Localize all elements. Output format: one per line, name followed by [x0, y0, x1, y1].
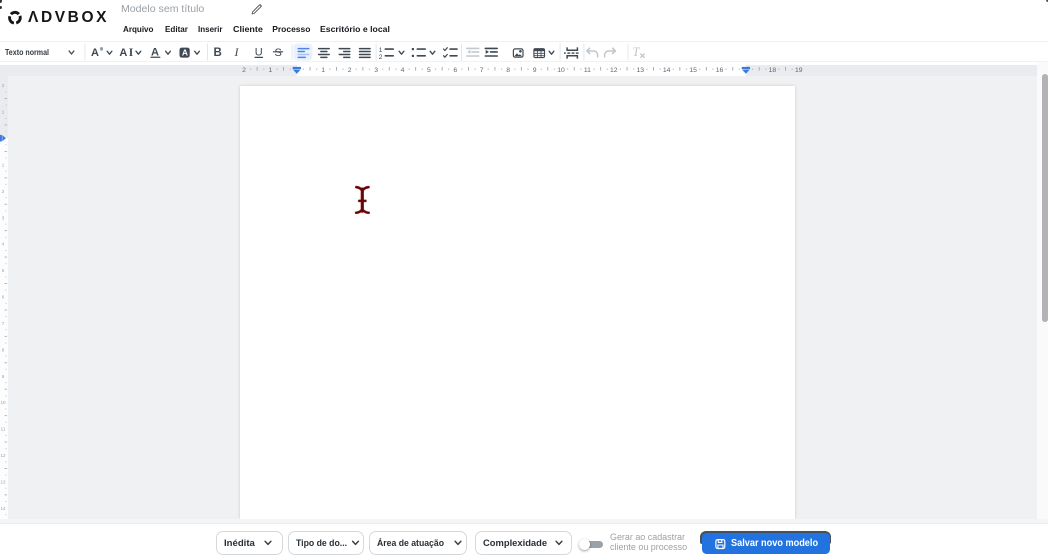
svg-text:U: U — [255, 47, 263, 59]
svg-text:15: 15 — [689, 67, 697, 74]
svg-text:1: 1 — [2, 162, 5, 167]
svg-text:2: 2 — [379, 54, 383, 61]
svg-text:1: 1 — [269, 67, 273, 74]
svg-text:11: 11 — [1, 427, 6, 432]
svg-text:2: 2 — [2, 189, 5, 194]
svg-text:10: 10 — [557, 67, 565, 74]
svg-text:I: I — [234, 45, 240, 59]
svg-text:I: I — [129, 47, 134, 59]
svg-text:A: A — [182, 48, 188, 58]
svg-text:T: T — [633, 45, 641, 59]
svg-text:10: 10 — [0, 400, 6, 405]
svg-text:13: 13 — [0, 480, 6, 485]
svg-text:4: 4 — [401, 67, 405, 74]
svg-text:2: 2 — [348, 67, 352, 74]
svg-text:9: 9 — [2, 374, 5, 379]
svg-text:19: 19 — [795, 67, 803, 74]
svg-text:5: 5 — [427, 67, 431, 74]
svg-text:14: 14 — [663, 67, 671, 74]
svg-text:16: 16 — [716, 67, 724, 74]
svg-text:7: 7 — [480, 67, 484, 74]
svg-text:2: 2 — [2, 83, 5, 88]
svg-text:6: 6 — [2, 295, 5, 300]
svg-text:5: 5 — [2, 268, 5, 273]
svg-text:12: 12 — [0, 453, 6, 458]
svg-text:6: 6 — [453, 67, 457, 74]
svg-text:3: 3 — [2, 215, 5, 220]
svg-text:A: A — [119, 47, 127, 59]
svg-text:9: 9 — [533, 67, 537, 74]
svg-text:13: 13 — [637, 67, 645, 74]
svg-text:18: 18 — [769, 67, 777, 74]
svg-text:8: 8 — [506, 67, 510, 74]
svg-text:1: 1 — [2, 110, 5, 115]
svg-text:S: S — [275, 47, 282, 59]
svg-text:2: 2 — [242, 67, 246, 74]
svg-text:3: 3 — [374, 67, 378, 74]
svg-text:7: 7 — [2, 321, 5, 326]
svg-text:1: 1 — [321, 67, 325, 74]
svg-text:4: 4 — [2, 242, 5, 247]
svg-text:8: 8 — [2, 347, 5, 352]
svg-text:12: 12 — [610, 67, 618, 74]
svg-text:B: B — [214, 47, 222, 59]
svg-text:14: 14 — [0, 506, 6, 511]
svg-text:A: A — [91, 47, 99, 59]
svg-text:11: 11 — [584, 67, 591, 74]
